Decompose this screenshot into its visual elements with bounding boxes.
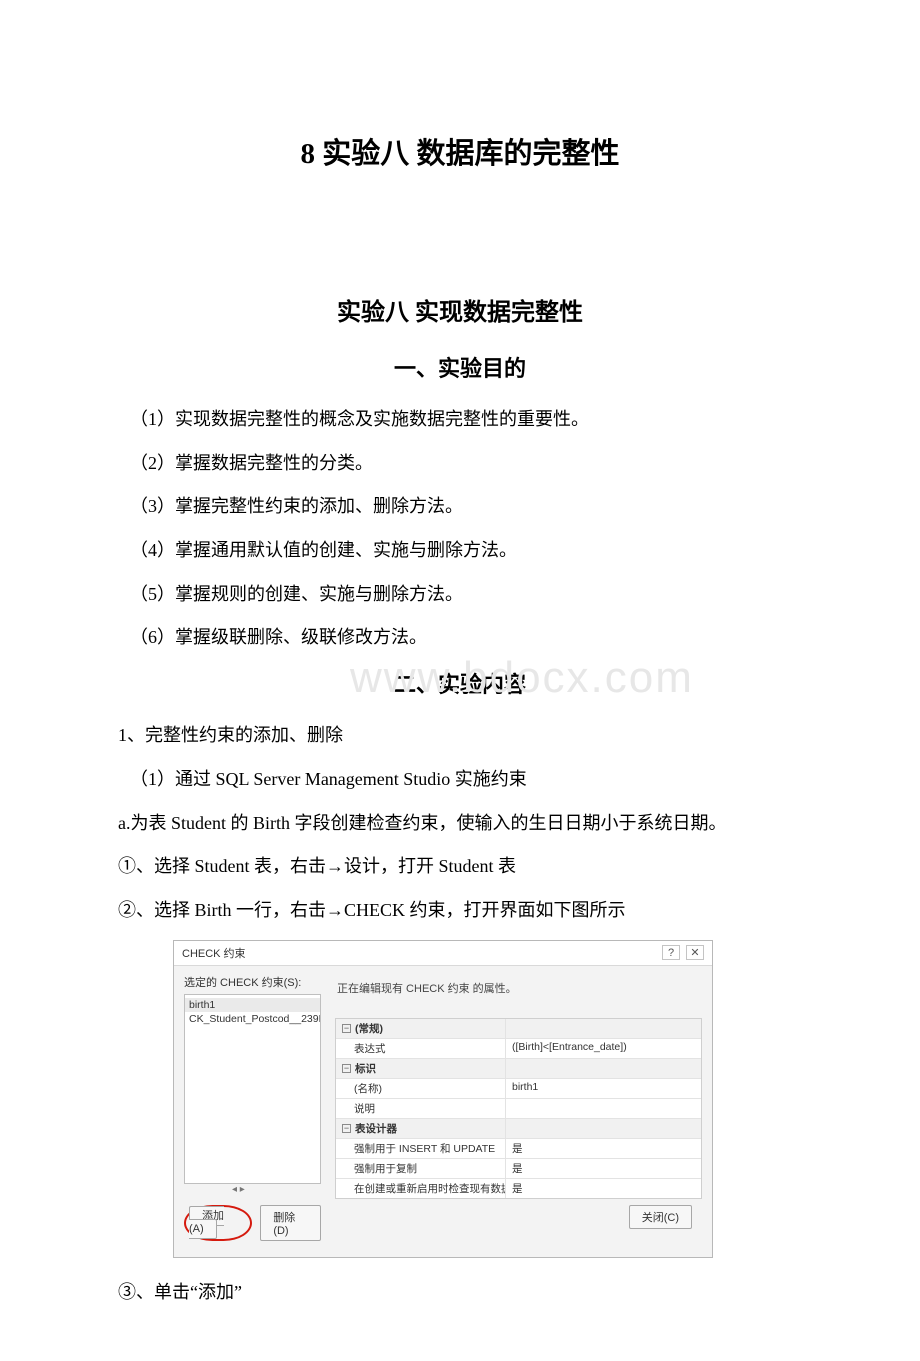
prop-check-existing-label: 在创建或重新启用时检查现有数据 bbox=[336, 1179, 506, 1198]
prop-check-existing-value[interactable]: 是 bbox=[506, 1179, 701, 1198]
dialog-title-text: CHECK 约束 bbox=[182, 945, 246, 961]
section-2-heading: 二、实验内容 bbox=[118, 667, 802, 699]
para-numbered-1: 1、完整性约束的添加、删除 bbox=[118, 721, 802, 751]
add-highlight-circle: 添加(A) bbox=[184, 1205, 252, 1241]
prop-desc-value[interactable] bbox=[506, 1099, 701, 1118]
collapse-icon[interactable]: − bbox=[342, 1064, 351, 1073]
goal-3: （3）掌握完整性约束的添加、删除方法。 bbox=[130, 492, 802, 522]
goal-5: （5）掌握规则的创建、实施与删除方法。 bbox=[130, 580, 802, 610]
close-button[interactable]: 关闭(C) bbox=[629, 1205, 692, 1229]
goal-4: （4）掌握通用默认值的创建、实施与删除方法。 bbox=[130, 536, 802, 566]
goal-2: （2）掌握数据完整性的分类。 bbox=[130, 449, 802, 479]
close-icon[interactable]: ✕ bbox=[686, 945, 704, 960]
para-step-a: a.为表 Student 的 Birth 字段创建检查约束，使输入的生日日期小于… bbox=[118, 809, 802, 839]
para-step-c3: ③、单击“添加” bbox=[118, 1278, 802, 1308]
add-button[interactable]: 添加(A) bbox=[189, 1206, 224, 1239]
check-constraint-dialog: CHECK 约束 ? ✕ 选定的 CHECK 约束(S): birth1 CK_… bbox=[173, 940, 802, 1258]
para-step-1: （1）通过 SQL Server Management Studio 实施约束 bbox=[130, 765, 802, 795]
delete-button[interactable]: 删除(D) bbox=[260, 1205, 321, 1241]
prop-expression-value[interactable]: ([Birth]<[Entrance_date]) bbox=[506, 1039, 701, 1058]
dialog-titlebar: CHECK 约束 ? ✕ bbox=[174, 941, 712, 966]
help-button[interactable]: ? bbox=[662, 945, 680, 960]
goal-1: （1）实现数据完整性的概念及实施数据完整性的重要性。 bbox=[130, 405, 802, 435]
prop-enforce-insert-label: 强制用于 INSERT 和 UPDATE bbox=[336, 1139, 506, 1158]
property-grid[interactable]: −(常规) 表达式 ([Birth]<[Entrance_date]) −标识 bbox=[335, 1018, 702, 1199]
prop-enforce-repl-value[interactable]: 是 bbox=[506, 1159, 701, 1178]
para-step-c2: ②、选择 Birth 一行，右击→CHECK 约束，打开界面如下图所示 bbox=[118, 896, 802, 926]
constraint-list[interactable]: birth1 CK_Student_Postcod__239E4D bbox=[184, 994, 321, 1184]
doc-title: 8 实验八 数据库的完整性 bbox=[118, 130, 802, 172]
group-identity: 标识 bbox=[355, 1061, 376, 1076]
collapse-icon[interactable]: − bbox=[342, 1124, 351, 1133]
collapse-icon[interactable]: − bbox=[342, 1024, 351, 1033]
prop-desc-label: 说明 bbox=[336, 1099, 506, 1118]
section-1-heading: 一、实验目的 bbox=[118, 351, 802, 383]
prop-name-label: (名称) bbox=[336, 1079, 506, 1098]
para-step-c1: ①、选择 Student 表，右击→设计，打开 Student 表 bbox=[118, 852, 802, 882]
list-item[interactable]: CK_Student_Postcod__239E4D bbox=[185, 1012, 320, 1026]
prop-enforce-repl-label: 强制用于复制 bbox=[336, 1159, 506, 1178]
list-scrollbar[interactable]: ◂ ▸ bbox=[184, 1184, 321, 1195]
prop-name-value[interactable]: birth1 bbox=[506, 1079, 701, 1098]
prop-expression-label: 表达式 bbox=[336, 1039, 506, 1058]
list-item[interactable]: birth1 bbox=[185, 998, 320, 1012]
group-table-designer: 表设计器 bbox=[355, 1121, 397, 1136]
dialog-description: 正在编辑现有 CHECK 约束 的属性。 bbox=[337, 980, 702, 996]
doc-subtitle: 实验八 实现数据完整性 bbox=[118, 292, 802, 327]
goal-6: （6）掌握级联删除、级联修改方法。 bbox=[130, 623, 802, 653]
group-general: (常规) bbox=[355, 1021, 383, 1036]
prop-enforce-insert-value[interactable]: 是 bbox=[506, 1139, 701, 1158]
list-label: 选定的 CHECK 约束(S): bbox=[184, 974, 321, 990]
